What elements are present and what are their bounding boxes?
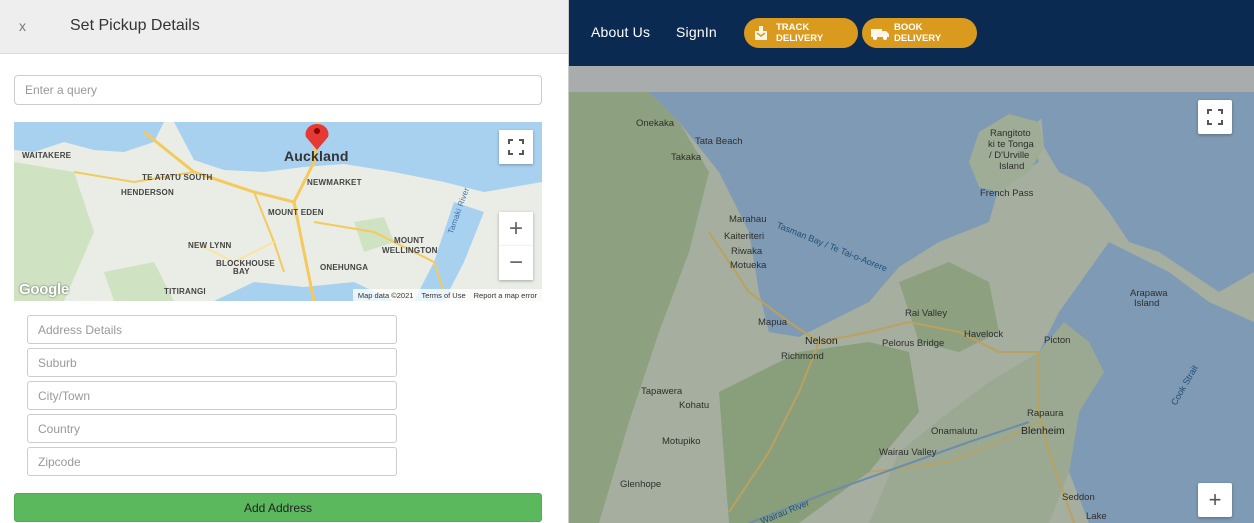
- map-label: / D'Urville: [989, 150, 1030, 161]
- mini-map-label: TITIRANGI: [164, 287, 206, 296]
- mini-map-label: HENDERSON: [121, 188, 174, 197]
- map-label: Takaka: [671, 152, 702, 163]
- app-root: About Us SignIn TRACK DELIVERY BOOK DELI…: [0, 0, 1254, 523]
- map-label: Motupiko: [662, 436, 701, 447]
- track-delivery-button[interactable]: TRACK DELIVERY: [744, 18, 858, 48]
- map-top-band: [569, 66, 1254, 92]
- city-town-field[interactable]: [27, 381, 397, 410]
- map-label: Tata Beach: [695, 136, 743, 147]
- report-error-link[interactable]: Report a map error: [474, 291, 537, 300]
- truck-icon: [870, 24, 889, 42]
- map-label: Mapua: [758, 317, 788, 328]
- panel-header: x Set Pickup Details: [0, 0, 568, 54]
- map-label: ki te Tonga: [988, 139, 1034, 150]
- map-label: Marahau: [729, 214, 767, 225]
- suburb-field[interactable]: [27, 348, 397, 377]
- map-label: Motueka: [730, 260, 767, 271]
- map-label: Rapaura: [1027, 408, 1064, 419]
- mini-map-label: TE ATATU SOUTH: [142, 173, 213, 182]
- map-data-credit: Map data ©2021: [357, 290, 414, 300]
- map-label: Riwaka: [731, 246, 763, 257]
- google-logo: Google: [19, 281, 69, 298]
- map-label: Rai Valley: [905, 308, 948, 319]
- background-map[interactable]: Onekaka Tata Beach Takaka Rangitoto ki t…: [569, 92, 1254, 523]
- add-address-button[interactable]: Add Address: [14, 493, 542, 522]
- nav-signin[interactable]: SignIn: [676, 24, 717, 40]
- map-label: Glenhope: [620, 479, 662, 490]
- map-label: Onekaka: [636, 118, 675, 129]
- zipcode-field[interactable]: [27, 447, 397, 476]
- map-label: Kohatu: [679, 400, 710, 411]
- panel-title: Set Pickup Details: [70, 17, 200, 34]
- country-field[interactable]: [27, 414, 397, 443]
- mini-map-label: NEWMARKET: [307, 178, 362, 187]
- map-label: Blenheim: [1021, 425, 1065, 437]
- map-label: Richmond: [781, 351, 824, 362]
- mini-map-label: MOUNT: [394, 236, 425, 245]
- book-delivery-button[interactable]: BOOK DELIVERY: [862, 18, 977, 48]
- fullscreen-icon[interactable]: [1198, 100, 1232, 134]
- terms-of-use-link[interactable]: Terms of Use: [421, 291, 465, 300]
- address-details-field[interactable]: [27, 315, 397, 344]
- top-navbar: About Us SignIn TRACK DELIVERY BOOK DELI…: [569, 0, 1254, 66]
- close-button[interactable]: x: [19, 18, 26, 34]
- mini-map-label: NEW LYNN: [188, 241, 232, 250]
- map-label: French Pass: [980, 188, 1034, 199]
- map-attribution: Map data ©2021 Terms of Use Report a map…: [352, 289, 542, 301]
- map-label: Rangitoto: [990, 128, 1031, 139]
- search-input[interactable]: [14, 75, 542, 105]
- map-label: Nelson: [805, 335, 838, 347]
- nav-about-us[interactable]: About Us: [591, 24, 650, 40]
- map-label: Lake: [1086, 511, 1107, 522]
- mini-map-label: WAITAKERE: [22, 151, 72, 160]
- pickup-details-panel: x Set Pickup Details Enter a query Auckl…: [0, 0, 569, 523]
- mini-zoom-out-button[interactable]: −: [499, 246, 533, 280]
- mini-zoom-in-button[interactable]: +: [499, 212, 533, 246]
- mini-map-label: MOUNT EDEN: [268, 208, 324, 217]
- map-label: Wairau Valley: [879, 447, 937, 458]
- map-label: Picton: [1044, 335, 1071, 346]
- zoom-in-button[interactable]: +: [1198, 483, 1232, 517]
- book-delivery-label: BOOK DELIVERY: [894, 22, 942, 44]
- mini-map-label: BAY: [233, 267, 250, 276]
- mini-fullscreen-icon[interactable]: [499, 130, 533, 164]
- mini-map-label: WELLINGTON: [382, 246, 438, 255]
- map-label: Kaiteriteri: [724, 231, 765, 242]
- map-label: Seddon: [1062, 492, 1095, 503]
- map-label: Havelock: [964, 329, 1004, 340]
- package-icon: [752, 24, 770, 42]
- map-label: Pelorus Bridge: [882, 338, 945, 349]
- mini-map-label: ONEHUNGA: [320, 263, 369, 272]
- map-label: Tapawera: [641, 386, 683, 397]
- map-label: Island: [999, 161, 1025, 172]
- mini-map[interactable]: Auckland WAITAKERE TE ATATU SOUTH HENDER…: [14, 122, 542, 301]
- mini-map-city: Auckland: [284, 148, 349, 164]
- track-delivery-label: TRACK DELIVERY: [776, 22, 824, 44]
- map-label: Island: [1134, 298, 1160, 309]
- map-label: Onamalutu: [931, 426, 978, 437]
